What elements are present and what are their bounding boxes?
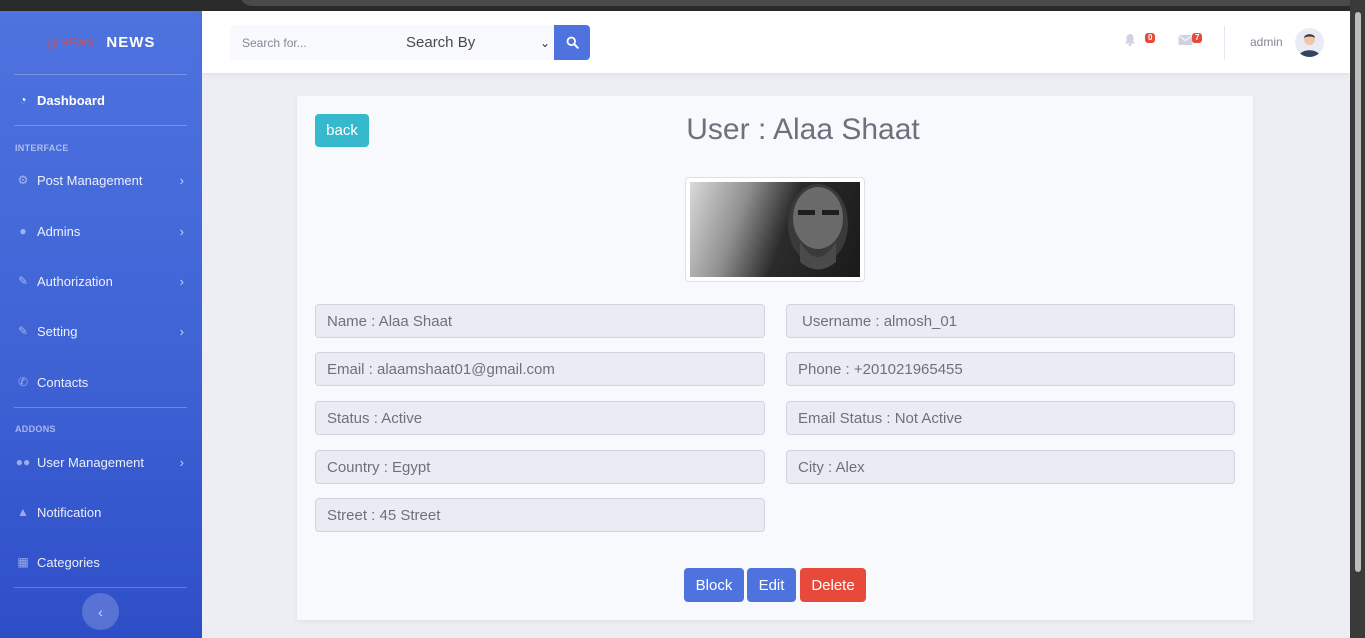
sidebar-item-label: Dashboard	[37, 92, 105, 108]
chevron-right-icon: ›	[179, 273, 184, 289]
search-by-value: Search By	[406, 34, 476, 51]
chevron-right-icon: ›	[179, 454, 184, 470]
chevron-right-icon: ›	[179, 223, 184, 239]
users-icon: ●●	[15, 455, 31, 469]
sidebar-item-user-management[interactable]: ●● User Management ›	[0, 447, 202, 477]
sidebar-item-dashboard[interactable]: ◔ Dashboard	[0, 85, 202, 115]
search-icon	[566, 36, 579, 49]
gear-icon: ⚙	[17, 173, 29, 187]
city-field[interactable]: City : Alex	[786, 450, 1235, 484]
block-button[interactable]: Block	[684, 568, 744, 602]
wrench-icon: ✎	[17, 324, 29, 338]
dashboard-icon: ◔	[19, 93, 27, 107]
email-status-field[interactable]: Email Status : Not Active	[786, 401, 1235, 435]
sidebar-item-label: Contacts	[37, 374, 89, 390]
bell-icon: ▲	[17, 505, 29, 519]
sidebar-item-label: User Management	[37, 454, 144, 470]
sidebar-item-post-management[interactable]: ⚙ Post Management ›	[0, 165, 202, 195]
sidebar-item-label: Authorization	[37, 273, 113, 289]
bell-icon[interactable]	[1123, 33, 1137, 50]
sidebar-item-setting[interactable]: ✎ Setting ›	[0, 316, 202, 346]
sidebar-item-label: Post Management	[37, 172, 143, 188]
phone-icon: ✆	[17, 375, 29, 389]
user-details-card: back User : Alaa Shaat Name : Alaa Shaat…	[297, 96, 1253, 620]
sidebar-heading-addons: ADDONS	[15, 424, 56, 434]
page-scrollbar[interactable]	[1350, 0, 1365, 638]
user-icon: ●	[19, 224, 27, 238]
name-field[interactable]: Name : Alaa Shaat	[315, 304, 765, 338]
sidebar-divider	[14, 587, 187, 588]
chevron-right-icon: ›	[179, 172, 184, 188]
wrench-icon: ✎	[17, 274, 29, 288]
username-field[interactable]: Username : almosh_01	[786, 304, 1235, 338]
email-field[interactable]: Email : alaamshaat01@gmail.com	[315, 352, 765, 386]
user-photo-image	[690, 182, 860, 277]
brand[interactable]: ◍ NEWS NEWS	[0, 11, 202, 74]
user-name[interactable]: admin	[1250, 35, 1283, 49]
sidebar-item-admins[interactable]: ● Admins ›	[0, 216, 202, 246]
sidebar-divider	[14, 125, 187, 126]
messages-count-badge: 7	[1192, 33, 1203, 43]
chevron-down-icon: ⌄	[539, 35, 550, 50]
sidebar-divider	[14, 74, 187, 75]
avatar[interactable]	[1295, 28, 1324, 57]
sidebar-item-label: Setting	[37, 323, 78, 339]
news-logo: ◍ NEWS	[46, 34, 95, 50]
globe-icon: ◍	[46, 34, 59, 50]
table-icon: ▦	[17, 555, 29, 569]
delete-button[interactable]: Delete	[800, 568, 866, 602]
search-input[interactable]	[230, 25, 394, 60]
sidebar-item-label: Categories	[37, 554, 100, 570]
brand-name: NEWS	[106, 34, 156, 51]
main-content: Search By ⌄ 0 7 admin back User : Alaa S…	[202, 11, 1350, 638]
sidebar-toggle-button[interactable]: ‹	[82, 593, 119, 630]
scrollbar-thumb[interactable]	[1355, 12, 1361, 572]
sidebar: ◍ NEWS NEWS ◔ Dashboard INTERFACE ⚙ Post …	[0, 11, 202, 638]
notifications-count-badge: 0	[1145, 33, 1156, 43]
sidebar-item-authorization[interactable]: ✎ Authorization ›	[0, 266, 202, 296]
edit-button[interactable]: Edit	[747, 568, 796, 602]
browser-top-strip	[0, 0, 1365, 11]
topbar: Search By ⌄ 0 7 admin	[202, 11, 1350, 73]
sidebar-item-label: Notification	[37, 504, 102, 520]
user-photo	[685, 177, 865, 282]
chevron-left-icon: ‹	[98, 603, 103, 620]
sidebar-divider	[14, 407, 187, 408]
sidebar-item-notification[interactable]: ▲ Notification	[0, 497, 202, 527]
envelope-icon[interactable]	[1178, 33, 1193, 49]
search-by-select[interactable]: Search By ⌄	[394, 25, 554, 60]
search-button[interactable]	[554, 25, 590, 60]
page-title: User : Alaa Shaat	[686, 113, 920, 146]
sidebar-item-contacts[interactable]: ✆ Contacts	[0, 367, 202, 397]
sidebar-heading-interface: INTERFACE	[15, 143, 69, 153]
sidebar-item-categories[interactable]: ▦ Categories	[0, 547, 202, 577]
topbar-divider	[1224, 26, 1225, 60]
status-field[interactable]: Status : Active	[315, 401, 765, 435]
phone-field[interactable]: Phone : +201021965455	[786, 352, 1235, 386]
sidebar-item-label: Admins	[37, 223, 81, 239]
chevron-right-icon: ›	[179, 323, 184, 339]
country-field[interactable]: Country : Egypt	[315, 450, 765, 484]
street-field[interactable]: Street : 45 Street	[315, 498, 765, 532]
